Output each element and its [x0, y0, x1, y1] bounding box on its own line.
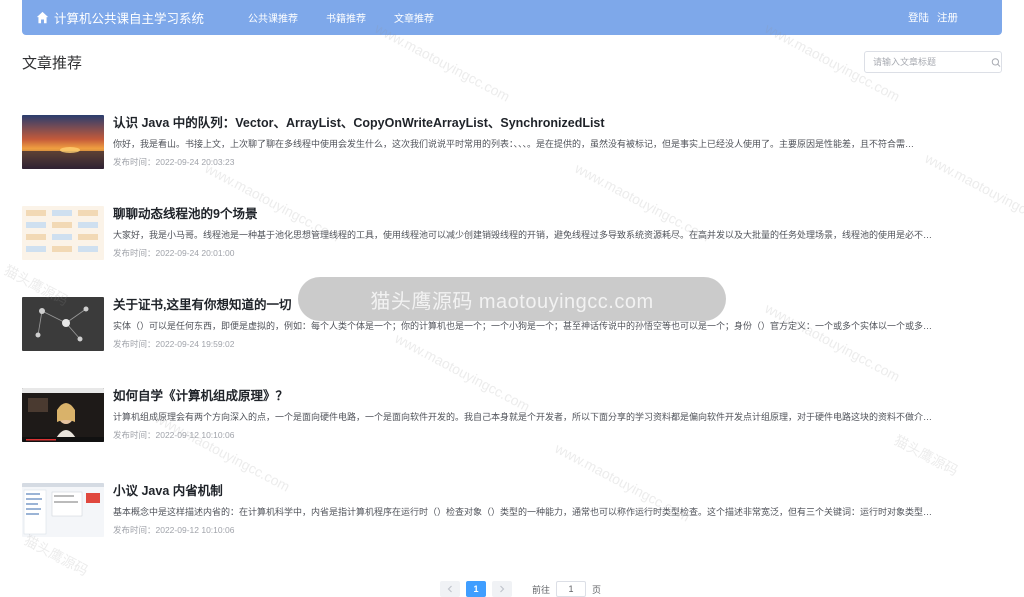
article-title[interactable]: 关于证书,这里有你想知道的一切 [113, 294, 291, 313]
article-date: 发布时间：2022-09-12 10:10:06 [113, 430, 235, 440]
page-unit-label: 页 [592, 584, 602, 595]
article-title[interactable]: 小议 Java 内省机制 [113, 480, 223, 499]
page-number-current[interactable]: 1 [466, 581, 486, 597]
article-date: 发布时间：2022-09-24 20:03:23 [113, 157, 235, 167]
article-item[interactable]: 关于证书,这里有你想知道的一切 实体（）可以是任何东西，即便是虚拟的，例如：每个… [22, 297, 1002, 359]
diagram-image [22, 206, 104, 260]
prev-page-button[interactable] [440, 581, 460, 597]
pagination: 1 前往 页 [440, 581, 601, 597]
sunset-image [22, 115, 104, 169]
nav-link-articles[interactable]: 文章推荐 [394, 10, 434, 25]
article-date: 发布时间：2022-09-24 19:59:02 [113, 339, 235, 349]
nav-links: 公共课推荐 书籍推荐 文章推荐 [248, 10, 462, 25]
goto-label: 前往 [532, 584, 551, 595]
article-title[interactable]: 聊聊动态线程池的9个场景 [113, 203, 257, 222]
top-navbar: 计算机公共课自主学习系统 公共课推荐 书籍推荐 文章推荐 登陆 注册 [22, 0, 1002, 35]
home-icon [36, 11, 49, 24]
article-title[interactable]: 认识 Java 中的队列：Vector、ArrayList、CopyOnWrit… [113, 112, 605, 131]
search-input[interactable] [873, 57, 987, 67]
article-thumbnail[interactable] [22, 388, 104, 442]
screenshot-image [22, 483, 104, 537]
article-date: 发布时间：2022-09-12 10:10:06 [113, 525, 235, 535]
article-title[interactable]: 如何自学《计算机组成原理》？ [113, 385, 288, 404]
article-item[interactable]: 认识 Java 中的队列：Vector、ArrayList、CopyOnWrit… [22, 115, 1002, 177]
video-lecture-image [22, 388, 104, 442]
article-summary: 计算机组成原理会有两个方向深入的点，一个是面向硬件电路，一个是面向软件开发的。我… [113, 412, 933, 422]
article-thumbnail[interactable] [22, 115, 104, 169]
article-date: 发布时间：2022-09-24 20:01:00 [113, 248, 235, 258]
nav-link-courses[interactable]: 公共课推荐 [248, 10, 298, 25]
article-thumbnail[interactable] [22, 483, 104, 537]
brand-title: 计算机公共课自主学习系统 [54, 12, 205, 26]
article-item[interactable]: 聊聊动态线程池的9个场景 大家好，我是小马哥。线程池是一种基于池化思想管理线程的… [22, 206, 1002, 268]
article-summary: 大家好，我是小马哥。线程池是一种基于池化思想管理线程的工具，使用线程池可以减少创… [113, 230, 933, 240]
register-link[interactable]: 注册 [937, 10, 958, 25]
article-item[interactable]: 小议 Java 内省机制 基本概念中是这样描述内省的：在计算机科学中，内省是指计… [22, 483, 1002, 545]
network-diagram-image [22, 297, 104, 351]
article-summary: 你好，我是看山。书接上文，上次聊了聊在多线程中使用会发生什么，这次我们说说平时常… [113, 139, 915, 149]
search-box [864, 51, 1002, 73]
search-icon[interactable] [991, 57, 1001, 68]
article-thumbnail[interactable] [22, 206, 104, 260]
login-link[interactable]: 登陆 [908, 10, 929, 25]
article-item[interactable]: 如何自学《计算机组成原理》？ 计算机组成原理会有两个方向深入的点，一个是面向硬件… [22, 388, 1002, 450]
nav-link-books[interactable]: 书籍推荐 [326, 10, 366, 25]
chevron-right-icon [500, 585, 505, 593]
page-title: 文章推荐 [22, 55, 83, 72]
auth-links: 登陆 注册 [900, 10, 958, 25]
article-summary: 基本概念中是这样描述内省的：在计算机科学中，内省是指计算机程序在运行时（）检查对… [113, 507, 933, 517]
goto-page-input[interactable] [556, 581, 587, 597]
chevron-left-icon [447, 585, 452, 593]
article-summary: 实体（）可以是任何东西，即便是虚拟的，例如：每个人类个体是一个；你的计算机也是一… [113, 321, 933, 331]
next-page-button[interactable] [492, 581, 512, 597]
article-thumbnail[interactable] [22, 297, 104, 351]
brand[interactable]: 计算机公共课自主学习系统 [36, 8, 204, 27]
